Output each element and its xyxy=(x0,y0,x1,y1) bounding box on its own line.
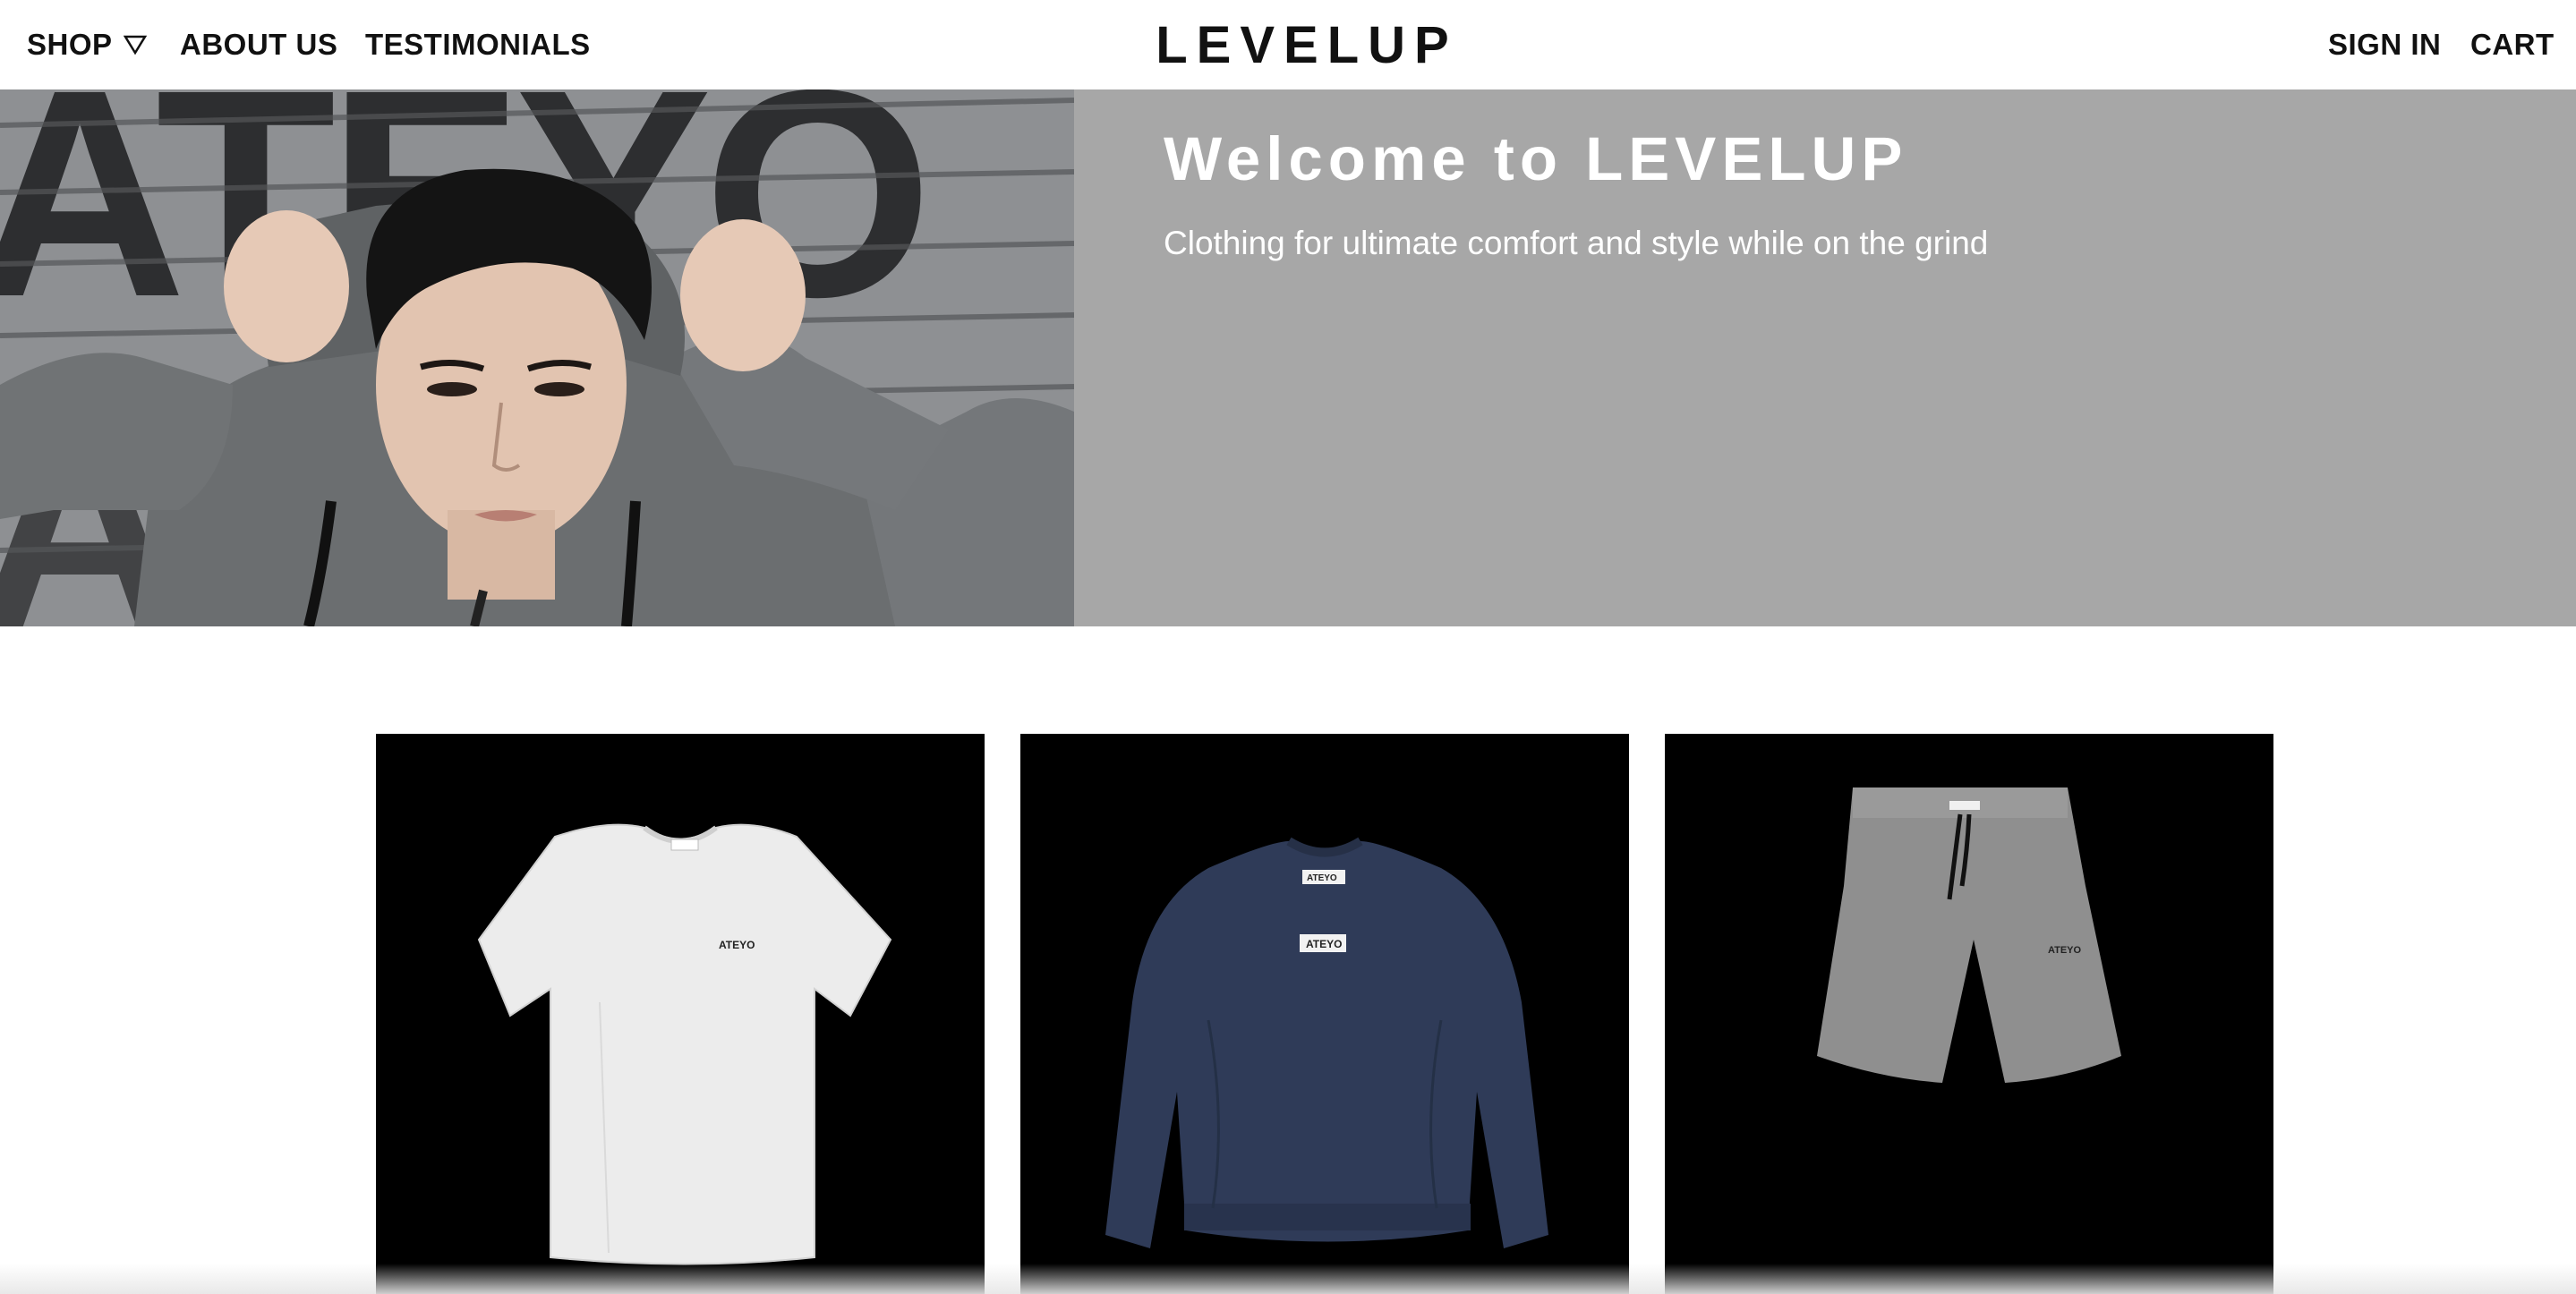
caret-down-icon xyxy=(123,35,147,55)
hero-banner: ATEYO ATEYO xyxy=(0,89,2576,626)
about-us-link[interactable]: ABOUT US xyxy=(180,0,337,89)
sweatshirt-chest-label: ATEYO xyxy=(1306,938,1342,950)
navy-sweatshirt-image: ATEYO ATEYO xyxy=(1105,837,1548,1248)
cart-link[interactable]: CART xyxy=(2470,0,2555,89)
shop-label: SHOP xyxy=(27,28,113,61)
testimonials-link[interactable]: TESTIMONIALS xyxy=(365,0,591,89)
hero-subtitle: Clothing for ultimate comfort and style … xyxy=(1164,225,1989,261)
shop-menu[interactable]: SHOP xyxy=(27,0,147,89)
tshirt-brand-label: ATEYO xyxy=(719,939,755,951)
product-card-sweatshirt[interactable]: ATEYO ATEYO xyxy=(1020,734,1629,1294)
hero-copy: Welcome to LEVELUP Clothing for ultimate… xyxy=(1164,123,2506,262)
product-card-shorts[interactable]: ATEYO xyxy=(1665,734,2273,1294)
hero-photo: ATEYO ATEYO xyxy=(0,89,1074,626)
white-tshirt-image: ATEYO xyxy=(477,823,892,1265)
site-logo[interactable]: LEVELUP xyxy=(1156,0,1452,89)
grey-shorts-image: ATEYO xyxy=(1817,787,2121,1083)
top-navigation: SHOP ABOUT US TESTIMONIALS LEVELUP SIGN … xyxy=(0,0,2576,89)
sweatshirt-collar-label: ATEYO xyxy=(1307,873,1337,883)
hero-title: Welcome to LEVELUP xyxy=(1164,124,1908,193)
product-card-tshirt[interactable]: ATEYO xyxy=(376,734,985,1294)
product-grid: ATEYO ATEYO ATEYO ATEYO xyxy=(0,626,2576,1294)
hero-photo-illustration: ATEYO ATEYO xyxy=(0,89,1074,626)
shorts-brand-label: ATEYO xyxy=(2048,945,2082,956)
sign-in-link[interactable]: SIGN IN xyxy=(2328,0,2441,89)
